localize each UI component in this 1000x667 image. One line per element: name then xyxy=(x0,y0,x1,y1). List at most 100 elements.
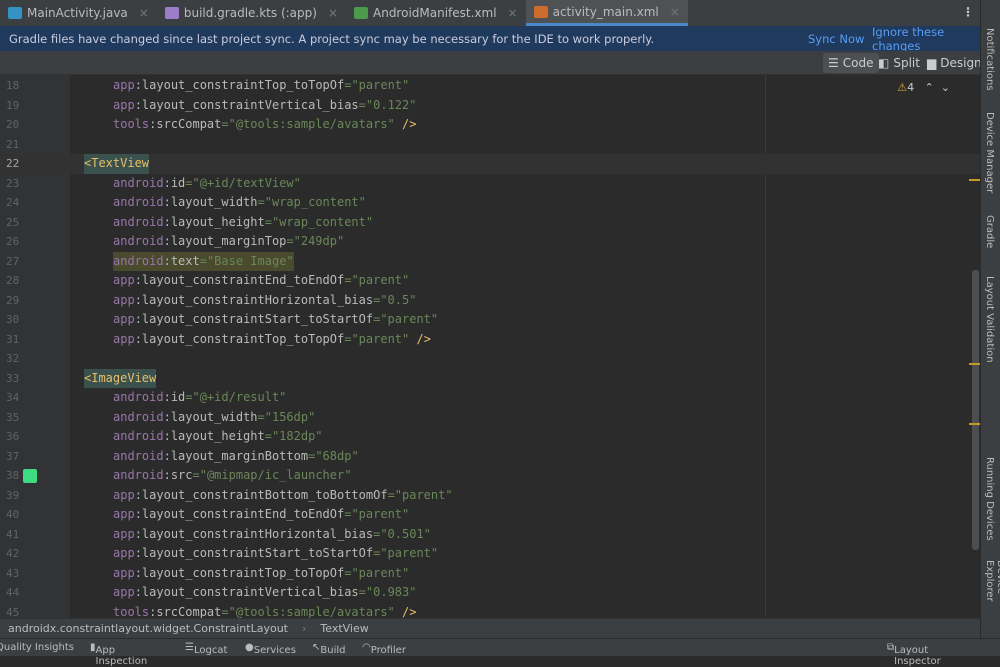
code-line[interactable]: 38 android:src="@mipmap/ic_launcher" xyxy=(0,466,980,486)
code-token: ="wrap_content" xyxy=(257,195,366,209)
warning-marker[interactable] xyxy=(969,363,980,365)
code-icon: ☰ xyxy=(828,56,839,70)
services-button[interactable]: ● Services xyxy=(245,642,296,656)
code-line[interactable]: 29 app:layout_constraintHorizontal_bias="… xyxy=(0,291,980,311)
code-token: ="parent" xyxy=(373,312,439,326)
split-icon: ◧ xyxy=(878,56,890,70)
code-text: android:text="Base Image" xyxy=(113,251,294,271)
line-number: 42 xyxy=(6,547,20,560)
design-view-button[interactable]: ▆ Design xyxy=(922,53,987,73)
split-view-button[interactable]: ◧ Split xyxy=(873,53,925,73)
code-token: layout_constraintTop_toTopOf xyxy=(141,331,345,346)
build-button[interactable]: ↖ Build xyxy=(312,642,346,656)
code-line[interactable]: 42 app:layout_constraintStart_toStartOf="… xyxy=(0,544,980,564)
android-icon[interactable] xyxy=(23,469,37,483)
code-token: ="0.983" xyxy=(358,585,417,599)
layout-validation-tool[interactable]: Layout Validation xyxy=(984,276,995,363)
layout-inspector-button[interactable]: ⧉ Layout Inspector xyxy=(887,642,941,667)
code-line[interactable]: 37 android:layout_marginBottom="68dp" xyxy=(0,447,980,467)
sync-now-link[interactable]: Sync Now xyxy=(808,32,864,46)
line-number: 40 xyxy=(6,508,20,521)
code-token: ="parent" xyxy=(344,78,410,92)
gradle-tool[interactable]: Gradle xyxy=(984,215,995,248)
notifications-tool[interactable]: Notifications xyxy=(984,28,995,91)
code-text: app:layout_constraintEnd_toEndOf="parent… xyxy=(113,505,409,525)
code-line[interactable]: 23 android:id="@+id/textView" xyxy=(0,174,980,194)
breadcrumb-item[interactable]: TextView xyxy=(320,622,368,635)
close-icon[interactable]: × xyxy=(508,6,518,20)
line-number: 36 xyxy=(6,430,20,443)
tab-mainactivity[interactable]: MainActivity.java × xyxy=(0,0,157,26)
code-view-button[interactable]: ☰ Code xyxy=(823,53,879,73)
code-line[interactable]: 19 app:layout_constraintVertical_bias="0.… xyxy=(0,96,980,116)
code-text: app:layout_constraintTop_toTopOf="parent… xyxy=(113,330,431,350)
vertical-scrollbar[interactable] xyxy=(972,270,979,550)
tab-androidmanifest[interactable]: AndroidManifest.xml × xyxy=(346,0,526,26)
code-line[interactable]: 34 android:id="@+id/result" xyxy=(0,388,980,408)
line-number: 28 xyxy=(6,274,20,287)
code-token: : xyxy=(163,253,171,268)
code-line[interactable]: 35 android:layout_width="156dp" xyxy=(0,408,980,428)
code-line[interactable]: 18 app:layout_constraintTop_toTopOf="pare… xyxy=(0,76,980,96)
code-line[interactable]: 27 android:text="Base Image" xyxy=(0,251,980,271)
tab-label: MainActivity.java xyxy=(27,6,128,20)
logcat-button[interactable]: ☰ Logcat xyxy=(185,642,227,656)
code-line[interactable]: 30 app:layout_constraintStart_toStartOf="… xyxy=(0,310,980,330)
code-line[interactable]: 26 android:layout_marginTop="249dp" xyxy=(0,232,980,252)
app-inspection-button[interactable]: ▮ App Inspection xyxy=(90,642,147,667)
code-token: ="parent" xyxy=(387,487,453,502)
tab-build[interactable]: build.gradle.kts (:app) × xyxy=(157,0,346,26)
code-line[interactable]: 21 xyxy=(0,135,980,155)
close-icon[interactable]: × xyxy=(328,6,338,20)
code-token: : xyxy=(134,565,142,580)
code-token: app xyxy=(113,507,135,521)
code-line[interactable]: 44 app:layout_constraintVertical_bias="0.… xyxy=(0,583,980,603)
code-line[interactable]: 43 app:layout_constraintTop_toTopOf="pare… xyxy=(0,564,980,584)
warnings-indicator[interactable]: ⚠4 ⌃ ⌄ xyxy=(897,81,950,94)
device-manager-tool[interactable]: Device Manager xyxy=(984,112,995,193)
code-line[interactable]: 33 <ImageView xyxy=(0,368,980,388)
code-line[interactable]: 36 android:layout_height="182dp" xyxy=(0,427,980,447)
running-devices-tool[interactable]: Running Devices xyxy=(984,457,995,541)
warning-marker[interactable] xyxy=(969,179,980,181)
code-line[interactable]: 40 app:layout_constraintEnd_toEndOf="pare… xyxy=(0,505,980,525)
build-label: Build xyxy=(320,645,346,656)
code-line[interactable]: 20 tools:srcCompat="@tools:sample/avatars… xyxy=(0,115,980,135)
code-line[interactable]: 32 xyxy=(0,349,980,369)
code-token: ="parent" xyxy=(373,546,439,560)
code-token: text xyxy=(170,253,200,268)
code-token: srcCompat xyxy=(156,117,222,131)
code-line[interactable]: 41 app:layout_constraintHorizontal_bias="… xyxy=(0,525,980,545)
code-editor[interactable]: 18 app:layout_constraintTop_toTopOf="pare… xyxy=(0,75,980,618)
image-icon: ▆ xyxy=(927,56,937,70)
code-token: ="@mipmap/ic_launcher" xyxy=(192,468,352,482)
code-line[interactable]: 45 tools:srcCompat="@tools:sample/avatars… xyxy=(0,603,980,619)
profiler-button[interactable]: ◠ Profiler xyxy=(362,642,406,656)
ignore-changes-link[interactable]: Ignore these changes xyxy=(872,25,980,53)
code-line[interactable]: 25 android:layout_height="wrap_content" xyxy=(0,213,980,233)
code-token: app xyxy=(113,526,135,541)
code-line[interactable]: 24 android:layout_width="wrap_content" xyxy=(0,193,980,213)
code-text: app:layout_constraintStart_toStartOf="pa… xyxy=(113,310,438,330)
code-text: android:layout_height="wrap_content" xyxy=(113,213,373,233)
quality-insights-button[interactable]: Quality Insights xyxy=(0,642,74,653)
tab-activity_main[interactable]: activity_main.xml × xyxy=(525,0,688,26)
code-token: : xyxy=(134,78,142,92)
code-text: android:layout_marginTop="249dp" xyxy=(113,232,344,252)
device-explorer-tool[interactable]: Device Explorer xyxy=(984,560,1000,638)
line-number: 44 xyxy=(6,586,20,599)
close-icon[interactable]: × xyxy=(139,6,149,20)
close-icon[interactable]: × xyxy=(670,5,680,19)
code-line[interactable]: 39 app:layout_constraintBottom_toBottomOf… xyxy=(0,486,980,506)
code-text: android:layout_width="wrap_content" xyxy=(113,193,366,213)
right-tool-strip: Notifications Device Manager Gradle Layo… xyxy=(980,0,1000,638)
code-line[interactable]: 22 <TextView xyxy=(0,154,980,174)
code-line[interactable]: 31 app:layout_constraintTop_toTopOf="pare… xyxy=(0,330,980,350)
code-token: : xyxy=(163,429,171,443)
line-number: 29 xyxy=(6,293,20,307)
more-options-icon[interactable]: ⋮ xyxy=(962,5,974,19)
code-token: /> xyxy=(394,604,417,619)
warning-marker[interactable] xyxy=(969,423,980,425)
code-line[interactable]: 28 app:layout_constraintEnd_toEndOf="pare… xyxy=(0,271,980,291)
breadcrumb-item[interactable]: androidx.constraintlayout.widget.Constra… xyxy=(8,622,288,635)
